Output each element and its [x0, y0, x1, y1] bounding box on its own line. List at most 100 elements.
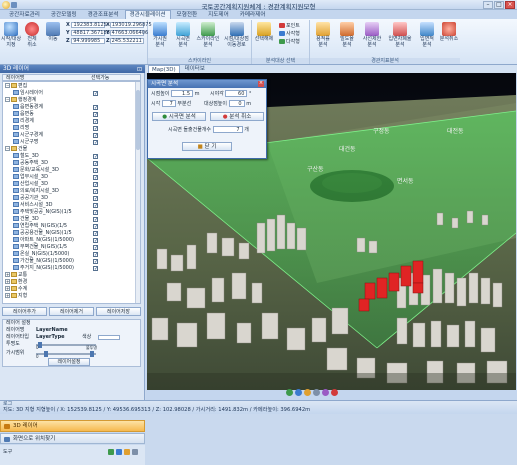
tree-layer[interactable]: 문화/교육시설_3D	[13, 167, 59, 174]
tree-layer[interactable]: 시군구경계	[13, 132, 43, 139]
selectable-checkbox[interactable]: ✓	[93, 140, 98, 146]
tree-layer[interactable]: 철도_3D	[13, 153, 39, 160]
tab-convert[interactable]: 모형전환	[172, 10, 203, 19]
selectable-checkbox[interactable]: ✓	[93, 154, 98, 160]
tab-map-control[interactable]: 지도제어	[203, 10, 234, 19]
tree-layer[interactable]: 주택및공공_N(GIS)(1/5	[13, 209, 72, 216]
start-input[interactable]: 7	[161, 100, 176, 107]
color-swatch[interactable]	[98, 335, 120, 340]
select-point[interactable]: 포인트	[279, 22, 300, 29]
tree-layer[interactable]: 의료/복지시설_3D	[13, 188, 59, 195]
facade-analysis-button[interactable]: 입면적 분석	[416, 22, 438, 48]
selectable-checkbox[interactable]: ✓	[93, 210, 98, 216]
tab-simulation[interactable]: 경관시뮬레이션	[124, 10, 171, 19]
tree-layer[interactable]: 서비스시설_3D	[13, 202, 53, 209]
selectable-checkbox[interactable]: ✓	[93, 231, 98, 237]
expand-icon[interactable]: −	[5, 83, 10, 88]
tree-layer[interactable]: 공동주택_3D	[13, 160, 48, 167]
dialog-close-icon[interactable]: ×	[258, 81, 264, 87]
3d-scene[interactable]: 대전동 구정동 대건동 구산동 면서동 시곡면 분석 × 시점높이 1.5 m …	[147, 73, 516, 390]
select-rect[interactable]: 사각형	[279, 30, 300, 37]
selectable-checkbox[interactable]: ✓	[93, 238, 98, 244]
selectable-checkbox[interactable]: ✓	[93, 182, 98, 188]
selectable-checkbox[interactable]: ✓	[93, 105, 98, 111]
tab-index[interactable]: 경관조표분석	[83, 10, 124, 19]
selectable-checkbox[interactable]: ✓	[93, 196, 98, 202]
expand-icon[interactable]: −	[5, 97, 10, 102]
target-height-input[interactable]: 0	[228, 100, 245, 107]
tab-camera-control[interactable]: 카메라제어	[235, 10, 271, 19]
tree-layer[interactable]: 공공용건물_N(GIS)(1/5	[13, 230, 72, 237]
tree-folder[interactable]: + 지형	[5, 293, 27, 300]
range-min-handle[interactable]	[44, 351, 48, 357]
expand-icon[interactable]: +	[5, 293, 10, 298]
far-analysis-button[interactable]: 용적률 분석	[312, 22, 334, 48]
deselect-button[interactable]: 선택해제	[254, 22, 274, 43]
selectable-checkbox[interactable]: ✓	[93, 217, 98, 223]
expand-icon[interactable]: +	[5, 279, 10, 284]
tree-layer[interactable]: 무벽건물_N(GIS)(1/5	[13, 244, 67, 251]
expand-icon[interactable]: +	[5, 272, 10, 277]
set-viewpoint-button[interactable]: 시작/대상 지정	[1, 22, 21, 48]
tab-data[interactable]: 공간자료관리	[4, 10, 45, 19]
selectable-checkbox[interactable]: ✓	[93, 203, 98, 209]
selectable-checkbox[interactable]: ✓	[93, 266, 98, 272]
maximize-button[interactable]: □	[494, 1, 504, 9]
occlusion-analysis-button[interactable]: 입면차폐율 분석	[386, 22, 414, 48]
selectable-checkbox[interactable]: ✓	[93, 175, 98, 181]
selectable-checkbox[interactable]: ✓	[93, 252, 98, 258]
tree-layer[interactable]: 주거지_N(GIS)(1/5000)	[13, 265, 74, 272]
nav-rotate-icon[interactable]	[304, 389, 311, 396]
tree-folder[interactable]: − 행정경계	[5, 97, 36, 104]
tree-layer[interactable]: 읍면동경계	[13, 104, 43, 111]
tab-modeling[interactable]: 공간모델링	[46, 10, 82, 19]
tree-layer[interactable]: 온실_N(GIS)(1/5000)	[13, 251, 69, 258]
cancel-analysis-button[interactable]: ● 분석 취소	[210, 112, 264, 121]
selectable-checkbox[interactable]: ✓	[93, 119, 98, 125]
apply-layer-settings-button[interactable]: 레이어설정	[48, 358, 90, 366]
tree-layer[interactable]: 읍면동	[13, 111, 34, 118]
minimize-button[interactable]: –	[483, 1, 493, 9]
layer-tree[interactable]: − 편집 임시레이어 ✓ − 행정경계 읍면동경계 ✓ 읍면동 ✓ 리경계 ✓ 리명 ✓ 시군구경계 ✓ 시군구…	[2, 81, 141, 304]
pin-icon[interactable]: ⊡	[137, 66, 142, 74]
tree-layer[interactable]: 리명	[13, 125, 29, 132]
selectable-checkbox[interactable]: ✓	[93, 189, 98, 195]
selectable-checkbox[interactable]: ✓	[93, 224, 98, 230]
skyline-analysis-button[interactable]: 스카이라인 분석	[196, 22, 220, 48]
range-max-handle[interactable]	[90, 351, 94, 357]
visibility-range-slider[interactable]	[36, 351, 96, 357]
view-angle-input[interactable]: 60	[225, 90, 248, 97]
selectable-checkbox[interactable]: ✓	[93, 91, 98, 97]
tree-layer[interactable]: 임시레이어	[13, 90, 43, 97]
nav-pan-icon[interactable]	[313, 389, 320, 396]
visibility-analysis-button[interactable]: 가시권 분석	[150, 22, 170, 48]
close-window-button[interactable]: ×	[505, 1, 515, 9]
selectable-checkbox[interactable]: ✓	[93, 133, 98, 139]
move-button[interactable]: 이동	[43, 22, 63, 43]
tab-data-view[interactable]: 데이터보	[182, 65, 208, 73]
tool-blue-icon[interactable]	[116, 449, 122, 455]
tree-folder[interactable]: + 수계	[5, 286, 27, 293]
tree-layer[interactable]: 리경계	[13, 118, 34, 125]
add-layer-button[interactable]: 레이어추가	[2, 307, 47, 316]
tab-map-3d[interactable]: Map(3D)	[148, 65, 180, 73]
cancel-all-button[interactable]: 전체 취소	[22, 22, 42, 48]
setback-analysis-button[interactable]: 사선제한 분석	[360, 22, 384, 48]
select-polygon[interactable]: 다각형	[279, 38, 300, 45]
analysis-cancel-button[interactable]: 분석취소	[438, 22, 460, 43]
tool-orange-icon[interactable]	[124, 449, 130, 455]
nav-tilt-icon[interactable]	[322, 389, 329, 396]
locate-panel-tab[interactable]: 화면으로 위치찾기	[0, 433, 145, 444]
scroll-thumb[interactable]	[136, 90, 140, 150]
tree-layer[interactable]: 건물_3D	[13, 216, 39, 223]
view-surface-analysis-button[interactable]: 시곡면 분석	[173, 22, 193, 48]
expand-icon[interactable]: +	[5, 286, 10, 291]
nav-zoom-icon[interactable]	[295, 389, 302, 396]
3d-layer-panel-tab[interactable]: 3D 레이어	[0, 420, 145, 432]
dialog-close-button[interactable]: ■ 닫 기	[182, 142, 232, 151]
selectable-checkbox[interactable]: ✓	[93, 259, 98, 265]
run-analysis-button[interactable]: ● 시곡면 분석	[152, 112, 206, 121]
selectable-checkbox[interactable]: ✓	[93, 126, 98, 132]
selectable-checkbox[interactable]: ✓	[93, 168, 98, 174]
remove-layer-button[interactable]: 레이어제거	[49, 307, 94, 316]
